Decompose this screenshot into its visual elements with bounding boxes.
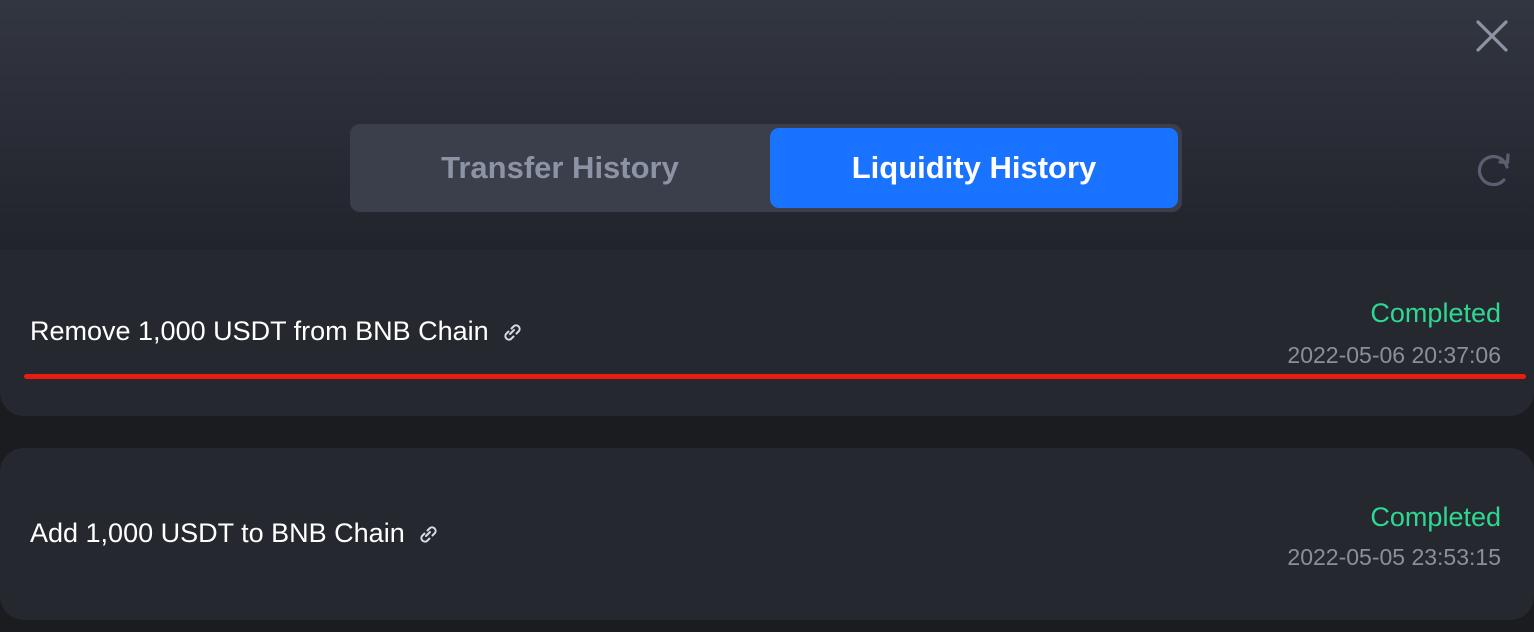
status-badge: Completed [1370, 502, 1501, 532]
tab-transfer-history-label: Transfer History [441, 150, 679, 185]
history-tab-switcher: Transfer History Liquidity History [350, 124, 1182, 212]
close-icon [1476, 20, 1508, 52]
tab-liquidity-history[interactable]: Liquidity History [770, 128, 1178, 208]
modal-header: Transfer History Liquidity History [0, 0, 1534, 250]
history-item: Remove 1,000 USDT from BNB Chain Complet… [0, 250, 1534, 416]
link-icon [420, 525, 437, 543]
close-button[interactable] [1472, 16, 1512, 56]
history-item-title: Add 1,000 USDT to BNB Chain [30, 518, 405, 548]
history-item-title: Remove 1,000 USDT from BNB Chain [30, 316, 489, 346]
history-item: Add 1,000 USDT to BNB Chain Completed 20… [0, 448, 1534, 620]
tab-transfer-history[interactable]: Transfer History [354, 128, 766, 208]
tab-liquidity-history-label: Liquidity History [851, 150, 1097, 185]
liquidity-history-modal: Transfer History Liquidity History Remov… [0, 0, 1534, 632]
history-item-timestamp: 2022-05-06 20:37:06 [1287, 342, 1501, 368]
link-icon [504, 323, 521, 341]
refresh-button[interactable] [1474, 150, 1514, 190]
status-badge: Completed [1370, 298, 1501, 328]
refresh-icon [1477, 153, 1510, 187]
history-item-link[interactable]: Remove 1,000 USDT from BNB Chain [30, 316, 525, 347]
highlight-underline [24, 374, 1526, 379]
history-item-link[interactable]: Add 1,000 USDT to BNB Chain [30, 518, 441, 549]
history-item-timestamp: 2022-05-05 23:53:15 [1287, 544, 1501, 570]
